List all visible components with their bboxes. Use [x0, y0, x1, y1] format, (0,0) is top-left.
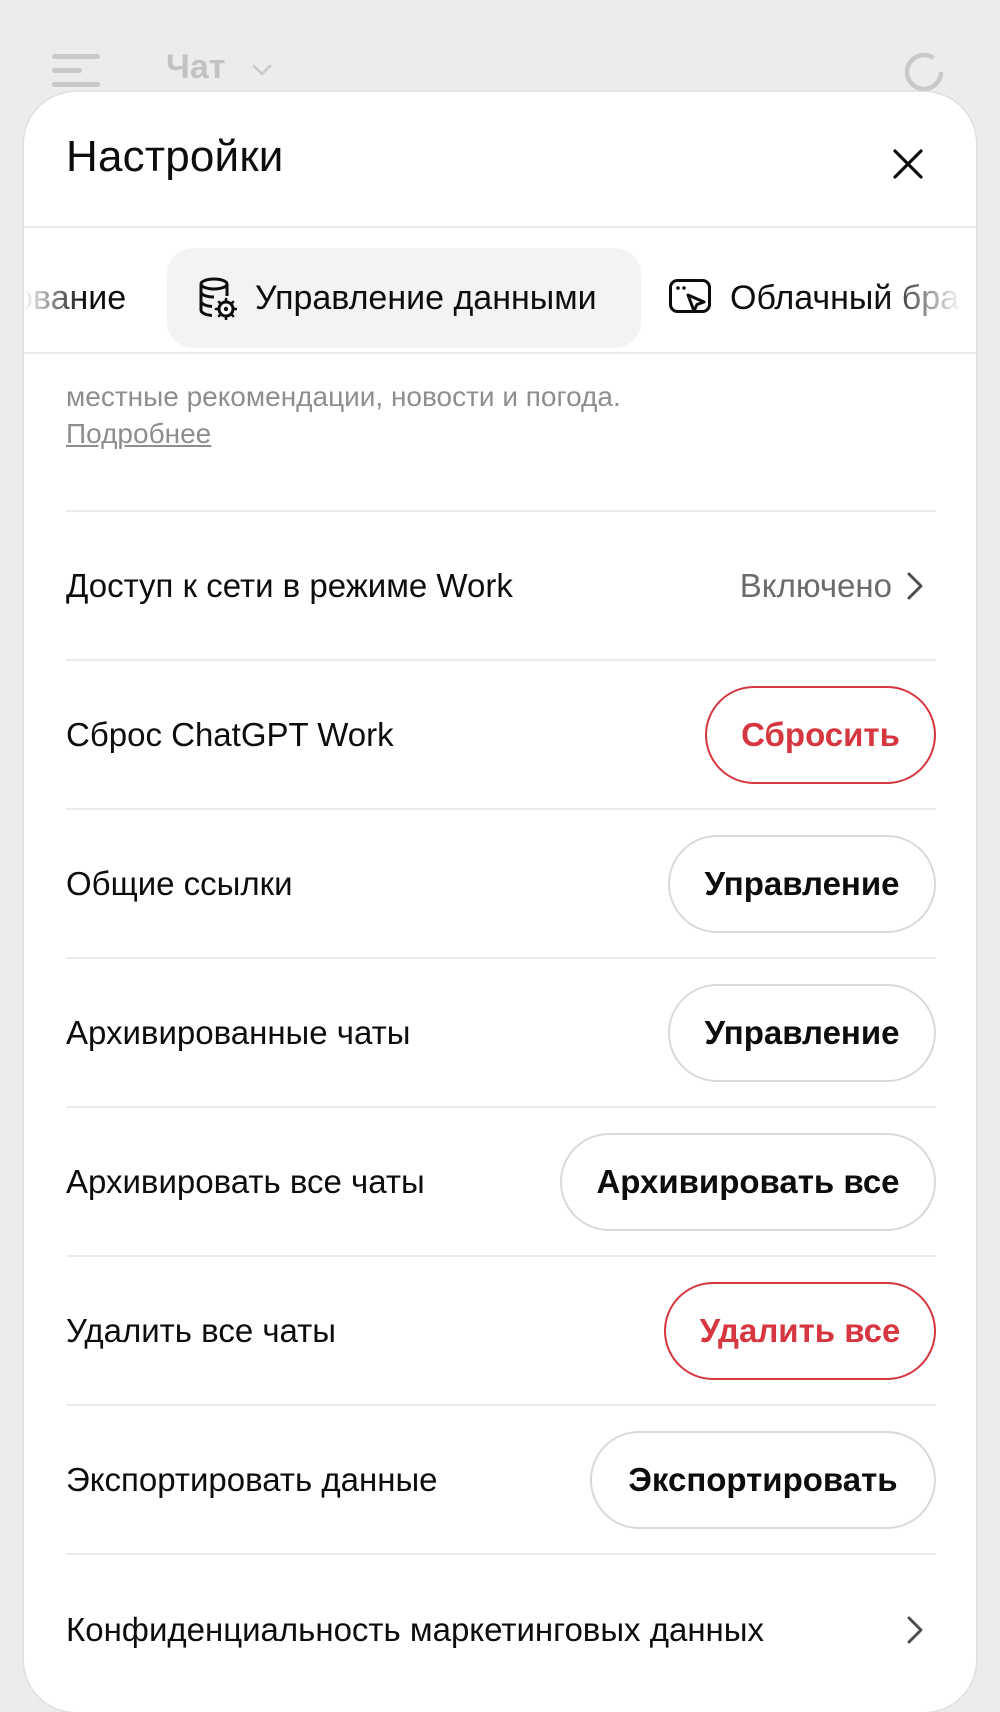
row-work-network-access[interactable]: Доступ к сети в режиме Work Включено — [66, 510, 936, 659]
row-delete-all-chats: Удалить все чаты Удалить все — [66, 1255, 936, 1404]
close-button[interactable] — [882, 138, 934, 190]
manage-shared-links-button[interactable]: Управление — [668, 834, 936, 933]
tabs-fade-right — [884, 248, 976, 348]
menu-icon — [52, 54, 100, 88]
row-label: Архивированные чаты — [66, 1013, 411, 1051]
row-value: Включено — [739, 566, 892, 604]
chevron-right-icon — [907, 1616, 923, 1644]
row-marketing-privacy[interactable]: Конфиденциальность маркетинговых данных — [66, 1553, 936, 1705]
row-label: Конфиденциальность маркетинговых данных — [66, 1611, 764, 1648]
new-chat-icon — [904, 52, 944, 92]
row-reset-chatgpt-work: Сброс ChatGPT Work Сбросить — [66, 659, 936, 808]
location-description: местные рекомендации, новости и погода. … — [66, 381, 621, 449]
learn-more-link[interactable]: Подробнее — [66, 418, 211, 449]
row-shared-links: Общие ссылки Управление — [66, 808, 936, 957]
sheet-header: Настройки — [24, 92, 976, 228]
manage-archived-chats-button[interactable]: Управление — [668, 983, 936, 1082]
settings-tabs: ование Управление данными Облачный — [24, 230, 976, 354]
row-label: Доступ к сети в режиме Work — [66, 566, 513, 604]
row-archived-chats: Архивированные чаты Управление — [66, 957, 936, 1106]
row-label: Экспортировать данные — [66, 1460, 438, 1498]
page-title: Настройки — [66, 132, 284, 181]
tab-label: Управление данными — [255, 278, 597, 317]
row-export-data: Экспортировать данные Экспортировать — [66, 1404, 936, 1553]
row-label: Общие ссылки — [66, 864, 293, 902]
row-label: Архивировать все чаты — [66, 1162, 425, 1200]
row-label: Сброс ChatGPT Work — [66, 715, 394, 753]
database-gear-icon — [199, 277, 237, 320]
tabs-fade-left — [24, 248, 84, 348]
export-button[interactable]: Экспортировать — [590, 1430, 936, 1529]
settings-sheet: Настройки ование Управление данными — [24, 92, 976, 1712]
background-title: Чат — [166, 48, 226, 86]
archive-all-button[interactable]: Архивировать все — [560, 1132, 936, 1231]
row-archive-all-chats: Архивировать все чаты Архивировать все — [66, 1106, 936, 1255]
row-label: Удалить все чаты — [66, 1311, 336, 1349]
browser-cursor-icon — [669, 279, 711, 313]
reset-button[interactable]: Сбросить — [705, 685, 936, 784]
chevron-right-icon — [907, 572, 923, 599]
delete-all-button[interactable]: Удалить все — [664, 1281, 936, 1380]
tab-data-controls[interactable]: Управление данными — [167, 248, 641, 348]
chevron-down-icon — [252, 64, 272, 76]
close-icon — [893, 149, 923, 179]
